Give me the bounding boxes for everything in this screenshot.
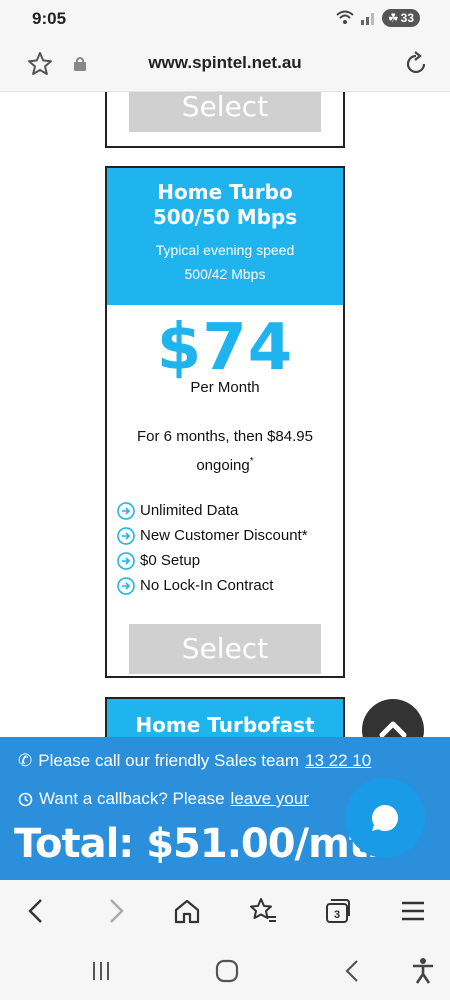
wifi-icon xyxy=(336,10,354,24)
battery-badge: ☘ 33 xyxy=(381,9,420,27)
plan-select-button[interactable]: Select xyxy=(129,624,321,674)
battery-level: 33 xyxy=(400,11,414,25)
sales-phone-link[interactable]: 13 22 10 xyxy=(305,751,371,771)
page-content: Select Home Turbo 500/50 Mbps Typical ev… xyxy=(0,92,450,880)
arrow-circle-icon xyxy=(117,576,135,595)
clock-icon xyxy=(18,792,33,806)
feature-item: $0 Setup xyxy=(117,548,343,573)
plan-card-home-turbo: Home Turbo 500/50 Mbps Typical evening s… xyxy=(105,166,345,678)
plan-speed-line1: Typical evening speed xyxy=(155,242,295,258)
home-icon[interactable] xyxy=(172,896,202,926)
leaf-icon: ☘ xyxy=(387,11,399,25)
reload-icon[interactable] xyxy=(402,50,430,78)
status-time: 9:05 xyxy=(32,9,67,28)
menu-icon[interactable] xyxy=(398,896,428,926)
back-arrow-icon[interactable] xyxy=(22,896,52,926)
plan-title-line1: Home Turbo xyxy=(157,180,293,204)
svg-text:3: 3 xyxy=(334,909,340,921)
home-button-icon[interactable] xyxy=(212,956,242,986)
chat-bubble-icon xyxy=(372,805,398,831)
plan-promo-line2: ongoing xyxy=(196,457,250,474)
system-nav-bar xyxy=(0,944,450,1000)
feature-label: No Lock-In Contract xyxy=(140,577,274,594)
feature-item: New Customer Discount* xyxy=(117,523,343,548)
plan-speed-line2: 500/42 Mbps xyxy=(184,266,266,282)
phone-icon: ✆ xyxy=(18,751,33,770)
feature-label: Unlimited Data xyxy=(140,502,239,519)
bookmarks-star-icon[interactable] xyxy=(248,896,278,926)
plan-promo: For 6 months, then $84.95 ongoing* xyxy=(107,424,343,478)
previous-plan-card: Select xyxy=(105,92,345,148)
system-back-icon[interactable] xyxy=(338,956,368,986)
plan-promo-line2-wrap: ongoing* xyxy=(123,449,327,478)
previous-plan-select-button[interactable]: Select xyxy=(129,92,321,132)
plan-header: Home Turbo 500/50 Mbps Typical evening s… xyxy=(107,168,343,305)
tabs-icon[interactable]: 3 xyxy=(322,896,352,926)
plan-promo-line1: For 6 months, then $84.95 xyxy=(137,428,313,445)
sales-callback-line: Want a callback? Please leave your xyxy=(18,789,309,809)
accessibility-icon[interactable] xyxy=(408,956,438,986)
arrow-circle-icon xyxy=(117,551,135,570)
sales-callback-text: Want a callback? Please xyxy=(39,789,225,808)
plan-features: Unlimited Data New Customer Discount* $0… xyxy=(107,498,343,598)
browser-nav-bar: 3 xyxy=(0,880,450,944)
sales-call-line: ✆ Please call our friendly Sales team 13… xyxy=(18,751,371,771)
callback-link[interactable]: leave your xyxy=(231,789,309,809)
feature-item: No Lock-In Contract xyxy=(117,573,343,598)
plan-title-line2: 500/50 Mbps xyxy=(152,205,298,229)
plan-price: $74 xyxy=(156,311,294,385)
feature-label: New Customer Discount* xyxy=(140,527,308,544)
status-bar: 9:05 ☘ 33 xyxy=(0,0,450,38)
signal-icon xyxy=(360,13,374,25)
feature-label: $0 Setup xyxy=(140,552,201,569)
arrow-circle-icon xyxy=(117,526,135,545)
url-text[interactable]: www.spintel.net.au xyxy=(0,53,450,73)
order-total: Total: $51.00/mth xyxy=(14,821,395,867)
feature-item: Unlimited Data xyxy=(117,498,343,523)
url-bar: www.spintel.net.au xyxy=(0,38,450,92)
plan-price-period: Per Month xyxy=(190,379,260,396)
status-icons: ☘ 33 xyxy=(336,9,420,27)
chat-button[interactable] xyxy=(345,778,425,858)
forward-arrow-icon[interactable] xyxy=(100,896,130,926)
promo-footnote-mark: * xyxy=(249,456,254,467)
recent-apps-icon[interactable] xyxy=(86,956,116,986)
arrow-circle-icon xyxy=(117,501,135,520)
sales-call-text: Please call our friendly Sales team xyxy=(38,751,300,770)
next-plan-title: Home Turbofast xyxy=(135,713,315,737)
